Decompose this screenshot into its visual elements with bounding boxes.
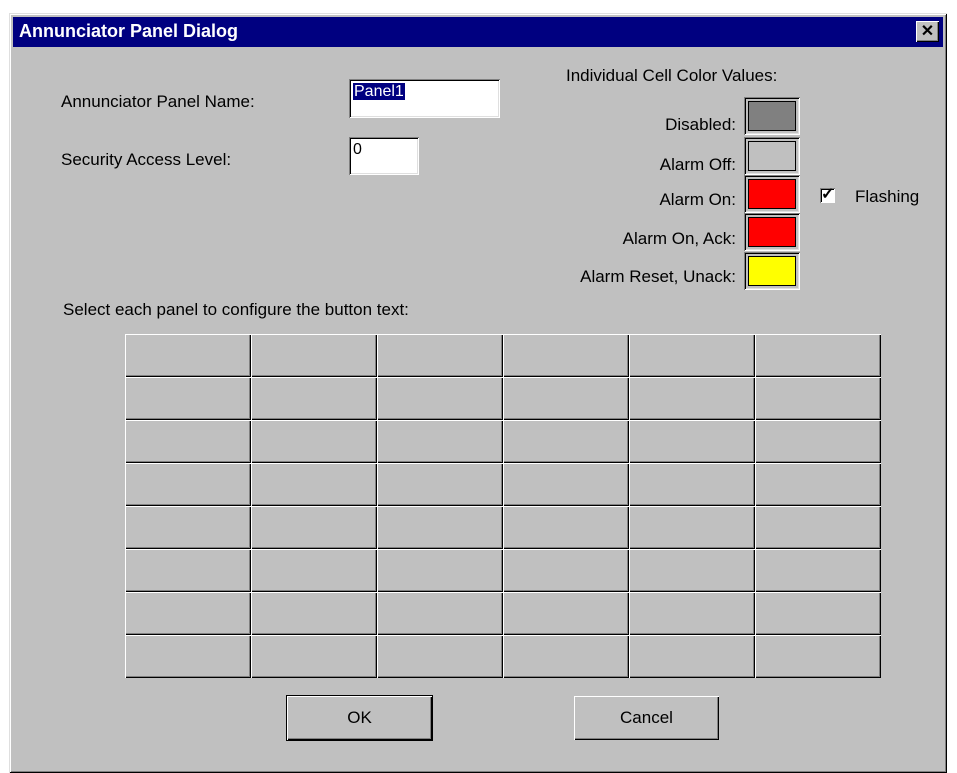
panel-cell[interactable] [125, 420, 251, 463]
alarm-on-ack-color-fill [748, 217, 796, 247]
panel-cell[interactable] [251, 334, 377, 377]
panel-cell[interactable] [125, 506, 251, 549]
security-level-value: 0 [353, 141, 362, 158]
panel-cell[interactable] [629, 334, 755, 377]
dialog-title: Annunciator Panel Dialog [19, 21, 239, 41]
panel-cell[interactable] [629, 463, 755, 506]
panel-cell[interactable] [377, 463, 503, 506]
panel-name-input[interactable]: Panel1 [349, 79, 500, 118]
panel-cell[interactable] [251, 420, 377, 463]
panel-cell[interactable] [629, 420, 755, 463]
panel-cell[interactable] [377, 377, 503, 420]
panel-cell[interactable] [251, 592, 377, 635]
panel-cell[interactable] [629, 635, 755, 678]
panel-cell[interactable] [377, 592, 503, 635]
panel-cell[interactable] [755, 334, 881, 377]
check-icon: ✓ [821, 186, 835, 203]
ok-button[interactable]: OK [287, 696, 432, 740]
alarm-on-color-fill [748, 179, 796, 209]
flashing-label: Flashing [855, 187, 920, 206]
panel-cell[interactable] [755, 549, 881, 592]
panel-instruction: Select each panel to configure the butto… [63, 300, 409, 319]
alarm-on-color-swatch[interactable] [744, 175, 800, 213]
panel-cell[interactable] [755, 377, 881, 420]
panel-cell[interactable] [629, 549, 755, 592]
panel-name-label: Annunciator Panel Name: [61, 92, 255, 111]
close-icon: ✕ [920, 23, 935, 40]
alarm-reset-unack-color-swatch[interactable] [744, 252, 800, 290]
alarm-on-label: Alarm On: [659, 190, 736, 209]
panel-cell[interactable] [251, 635, 377, 678]
panel-cell[interactable] [629, 377, 755, 420]
security-level-label: Security Access Level: [61, 150, 232, 169]
panel-cell[interactable] [503, 549, 629, 592]
panel-cell[interactable] [125, 549, 251, 592]
alarm-off-color-swatch[interactable] [744, 137, 800, 175]
panel-cell[interactable] [629, 592, 755, 635]
annunciator-panel-grid [125, 334, 881, 678]
panel-cell[interactable] [377, 635, 503, 678]
panel-cell[interactable] [125, 334, 251, 377]
panel-cell[interactable] [755, 463, 881, 506]
panel-cell[interactable] [755, 506, 881, 549]
disabled-color-fill [748, 101, 796, 131]
security-level-input[interactable]: 0 [349, 137, 419, 175]
panel-cell[interactable] [251, 549, 377, 592]
panel-cell[interactable] [251, 377, 377, 420]
panel-cell[interactable] [377, 334, 503, 377]
alarm-off-label: Alarm Off: [659, 155, 736, 174]
close-button[interactable]: ✕ [916, 21, 939, 42]
flashing-checkbox[interactable]: ✓ [820, 186, 835, 203]
panel-cell[interactable] [629, 506, 755, 549]
panel-cell[interactable] [755, 635, 881, 678]
panel-cell[interactable] [125, 377, 251, 420]
panel-cell[interactable] [755, 420, 881, 463]
panel-cell[interactable] [125, 635, 251, 678]
panel-cell[interactable] [377, 506, 503, 549]
alarm-reset-unack-color-fill [748, 256, 796, 286]
panel-cell[interactable] [503, 463, 629, 506]
alarm-reset-unack-label: Alarm Reset, Unack: [580, 267, 736, 286]
panel-cell[interactable] [503, 506, 629, 549]
panel-cell[interactable] [503, 635, 629, 678]
panel-cell[interactable] [377, 420, 503, 463]
cell-color-heading: Individual Cell Color Values: [566, 66, 778, 85]
panel-cell[interactable] [755, 592, 881, 635]
panel-cell[interactable] [503, 420, 629, 463]
panel-cell[interactable] [503, 334, 629, 377]
panel-cell[interactable] [503, 377, 629, 420]
panel-cell[interactable] [125, 592, 251, 635]
title-bar[interactable]: Annunciator Panel Dialog ✕ [13, 17, 943, 47]
panel-name-value: Panel1 [353, 83, 405, 100]
disabled-label: Disabled: [665, 115, 736, 134]
panel-cell[interactable] [125, 463, 251, 506]
panel-cell[interactable] [503, 592, 629, 635]
panel-cell[interactable] [377, 549, 503, 592]
alarm-off-color-fill [748, 141, 796, 171]
alarm-on-ack-color-swatch[interactable] [744, 213, 800, 251]
panel-cell[interactable] [251, 463, 377, 506]
panel-cell[interactable] [251, 506, 377, 549]
alarm-on-ack-label: Alarm On, Ack: [622, 229, 736, 248]
disabled-color-swatch[interactable] [744, 97, 800, 135]
cancel-button[interactable]: Cancel [574, 696, 719, 740]
